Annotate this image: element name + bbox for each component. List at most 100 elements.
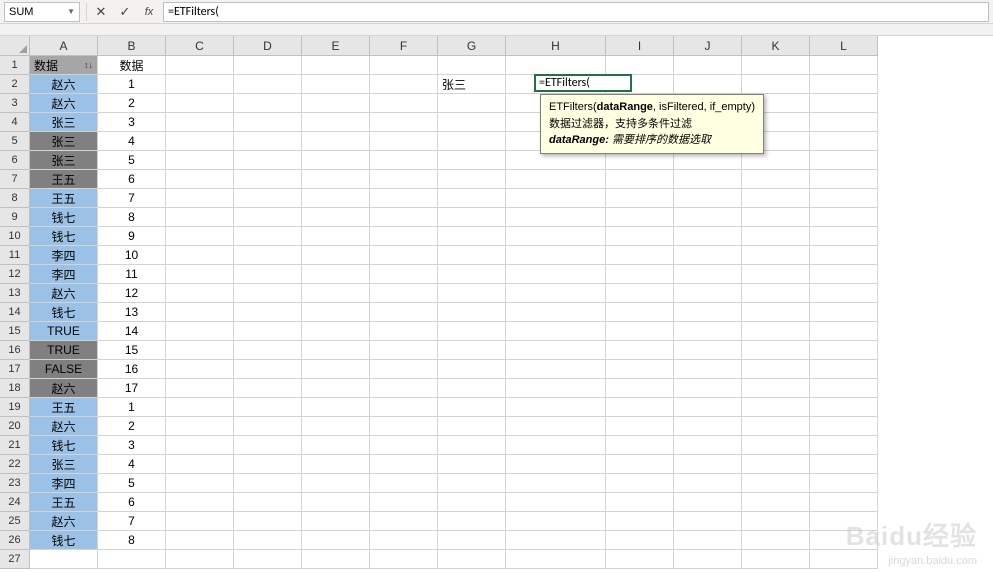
cell[interactable] <box>438 113 506 132</box>
row-header[interactable]: 7 <box>0 170 30 189</box>
cell[interactable]: 张三 <box>438 75 506 94</box>
cell[interactable] <box>810 265 878 284</box>
cell[interactable] <box>166 75 234 94</box>
cell[interactable] <box>166 94 234 113</box>
cancel-button[interactable]: ✕ <box>89 2 113 22</box>
cell[interactable] <box>438 550 506 569</box>
row-header[interactable]: 21 <box>0 436 30 455</box>
cell[interactable] <box>234 474 302 493</box>
cell[interactable]: 张三 <box>30 151 98 170</box>
cell[interactable]: 7 <box>98 189 166 208</box>
cell[interactable] <box>506 512 606 531</box>
cell[interactable] <box>742 474 810 493</box>
cell[interactable] <box>234 303 302 322</box>
cell[interactable]: 赵六 <box>30 75 98 94</box>
cell[interactable] <box>506 474 606 493</box>
cell[interactable] <box>234 75 302 94</box>
cell[interactable] <box>810 56 878 75</box>
cell[interactable]: 数据 <box>98 56 166 75</box>
cell[interactable] <box>810 132 878 151</box>
cell[interactable] <box>30 550 98 569</box>
cell[interactable]: 4 <box>98 455 166 474</box>
cell[interactable] <box>674 398 742 417</box>
cell[interactable] <box>742 189 810 208</box>
cell[interactable] <box>166 227 234 246</box>
cell[interactable] <box>810 341 878 360</box>
cell[interactable] <box>742 56 810 75</box>
cell[interactable] <box>674 265 742 284</box>
cell[interactable] <box>370 550 438 569</box>
cell[interactable] <box>438 170 506 189</box>
row-header[interactable]: 1 <box>0 56 30 75</box>
cell[interactable] <box>370 341 438 360</box>
cell[interactable] <box>506 265 606 284</box>
cell[interactable]: 2 <box>98 417 166 436</box>
cell[interactable] <box>438 132 506 151</box>
cell[interactable] <box>302 493 370 512</box>
chevron-down-icon[interactable]: ▼ <box>67 7 75 16</box>
cell[interactable] <box>810 531 878 550</box>
cell[interactable] <box>506 322 606 341</box>
cell[interactable] <box>370 151 438 170</box>
cell[interactable] <box>606 417 674 436</box>
cell[interactable] <box>506 398 606 417</box>
cell[interactable] <box>606 474 674 493</box>
cell[interactable] <box>302 113 370 132</box>
cell[interactable] <box>674 436 742 455</box>
cell[interactable] <box>302 265 370 284</box>
cell[interactable] <box>234 208 302 227</box>
cell[interactable] <box>674 417 742 436</box>
row-header[interactable]: 19 <box>0 398 30 417</box>
cell[interactable] <box>742 417 810 436</box>
cell[interactable] <box>166 56 234 75</box>
formula-input[interactable]: =ETFilters( <box>163 2 989 22</box>
cell[interactable] <box>810 417 878 436</box>
cell[interactable] <box>742 303 810 322</box>
cell[interactable] <box>234 360 302 379</box>
cell[interactable] <box>370 474 438 493</box>
cell[interactable] <box>742 512 810 531</box>
cell[interactable] <box>438 455 506 474</box>
cell[interactable] <box>810 94 878 113</box>
row-header[interactable]: 8 <box>0 189 30 208</box>
cell[interactable] <box>370 379 438 398</box>
column-header[interactable]: K <box>742 36 810 56</box>
row-header[interactable]: 10 <box>0 227 30 246</box>
cell[interactable] <box>438 512 506 531</box>
cell[interactable]: 王五 <box>30 493 98 512</box>
column-header[interactable]: C <box>166 36 234 56</box>
cell[interactable] <box>810 303 878 322</box>
cell[interactable] <box>370 75 438 94</box>
cell[interactable]: TRUE <box>30 322 98 341</box>
cell[interactable] <box>166 189 234 208</box>
cell[interactable] <box>674 227 742 246</box>
cell[interactable] <box>506 56 606 75</box>
cell[interactable]: 8 <box>98 531 166 550</box>
cell[interactable] <box>674 170 742 189</box>
cell[interactable] <box>370 284 438 303</box>
cell[interactable] <box>506 531 606 550</box>
cell[interactable] <box>742 75 810 94</box>
cell[interactable] <box>302 75 370 94</box>
cell[interactable] <box>810 455 878 474</box>
cell[interactable] <box>370 132 438 151</box>
cell[interactable] <box>166 379 234 398</box>
column-header[interactable]: E <box>302 36 370 56</box>
cell[interactable] <box>234 94 302 113</box>
cell[interactable] <box>302 303 370 322</box>
cell[interactable] <box>302 531 370 550</box>
cell[interactable]: 11 <box>98 265 166 284</box>
cell[interactable] <box>674 379 742 398</box>
cell[interactable]: 李四 <box>30 246 98 265</box>
cell[interactable] <box>674 493 742 512</box>
cell[interactable] <box>234 132 302 151</box>
cell[interactable] <box>810 436 878 455</box>
cell[interactable] <box>506 436 606 455</box>
cell[interactable] <box>234 227 302 246</box>
cell[interactable] <box>166 550 234 569</box>
cell[interactable] <box>370 512 438 531</box>
cell[interactable] <box>742 284 810 303</box>
cell[interactable] <box>506 455 606 474</box>
column-header[interactable]: H <box>506 36 606 56</box>
cell[interactable] <box>438 189 506 208</box>
